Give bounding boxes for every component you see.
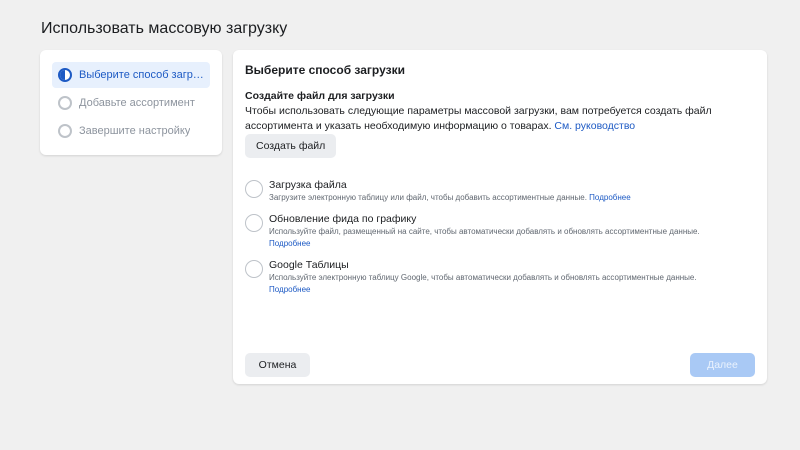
learn-more-link[interactable]: Подробнее [269,239,311,248]
option-google-sheets[interactable]: Google Таблицы Используйте электронную т… [245,258,755,296]
step-label: Добавьте ассортимент [79,97,195,109]
upload-options: Загрузка файла Загрузите электронную таб… [245,178,755,304]
step-label: Завершите настройку [79,125,191,137]
create-file-description: Чтобы использовать следующие параметры м… [245,104,755,134]
create-file-text: Чтобы использовать следующие параметры м… [245,105,712,132]
next-button[interactable]: Далее [690,353,755,377]
step-label: Выберите способ загрузки [79,69,204,81]
option-description: Используйте файл, размещенный на сайте, … [269,226,700,250]
panel-heading: Выберите способ загрузки [245,63,405,77]
step-progress-icon [58,68,72,82]
radio-file-upload[interactable] [245,180,263,198]
steps-panel: Выберите способ загрузки Добавьте ассорт… [40,50,222,155]
step-empty-circle-icon [58,124,72,138]
create-file-button[interactable]: Создать файл [245,134,337,158]
option-text: Используйте электронную таблицу Google, … [269,273,697,282]
step-finish-setup[interactable]: Завершите настройку [52,118,210,144]
page-title: Использовать массовую загрузку [41,20,288,37]
radio-google-sheets[interactable] [245,260,263,278]
learn-more-link[interactable]: Подробнее [269,285,311,294]
option-text: Загрузите электронную таблицу или файл, … [269,193,587,202]
option-text: Используйте файл, размещенный на сайте, … [269,227,700,236]
cancel-button[interactable]: Отмена [245,353,310,377]
option-description: Используйте электронную таблицу Google, … [269,272,697,296]
step-add-catalog[interactable]: Добавьте ассортимент [52,90,210,116]
option-scheduled-feed[interactable]: Обновление фида по графику Используйте ф… [245,212,755,250]
step-choose-method[interactable]: Выберите способ загрузки [52,62,210,88]
option-file-upload[interactable]: Загрузка файла Загрузите электронную таб… [245,178,755,204]
option-title: Google Таблицы [269,259,349,271]
learn-more-link[interactable]: Подробнее [589,193,631,202]
option-title: Обновление фида по графику [269,213,417,225]
create-file-title: Создайте файл для загрузки [245,90,395,102]
radio-scheduled-feed[interactable] [245,214,263,232]
option-title: Загрузка файла [269,179,347,191]
option-description: Загрузите электронную таблицу или файл, … [269,192,631,204]
guide-link[interactable]: См. руководство [554,120,635,132]
step-empty-circle-icon [58,96,72,110]
upload-method-panel: Выберите способ загрузки Создайте файл д… [233,50,767,384]
